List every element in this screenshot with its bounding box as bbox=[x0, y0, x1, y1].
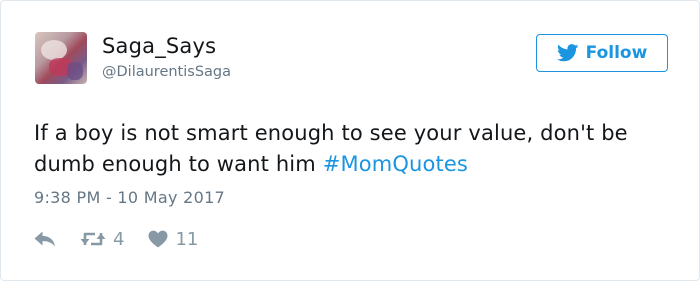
follow-button[interactable]: Follow bbox=[536, 34, 668, 72]
like-button[interactable]: 11 bbox=[148, 229, 198, 250]
follow-label: Follow bbox=[585, 43, 648, 63]
reply-icon bbox=[34, 231, 55, 247]
retweet-count: 4 bbox=[113, 228, 125, 250]
reply-button[interactable] bbox=[34, 231, 56, 247]
user-display-name[interactable]: Saga_Says bbox=[102, 34, 216, 58]
like-count: 11 bbox=[175, 228, 199, 250]
user-avatar[interactable] bbox=[35, 32, 87, 84]
hashtag-link[interactable]: #MomQuotes bbox=[323, 152, 468, 176]
avatar-shape bbox=[67, 62, 83, 80]
avatar-shape bbox=[41, 40, 67, 60]
tweet-text: If a boy is not smart enough to see your… bbox=[34, 118, 674, 180]
heart-icon bbox=[148, 230, 168, 248]
retweet-icon bbox=[80, 232, 106, 246]
twitter-bird-icon bbox=[556, 44, 579, 62]
user-handle[interactable]: @DilaurentisSaga bbox=[102, 64, 231, 80]
tweet-card: Saga_Says @DilaurentisSaga Follow If a b… bbox=[0, 0, 700, 281]
retweet-button[interactable]: 4 bbox=[80, 229, 124, 250]
tweet-actions: 4 11 bbox=[34, 227, 198, 251]
tweet-timestamp[interactable]: 9:38 PM - 10 May 2017 bbox=[34, 188, 225, 207]
